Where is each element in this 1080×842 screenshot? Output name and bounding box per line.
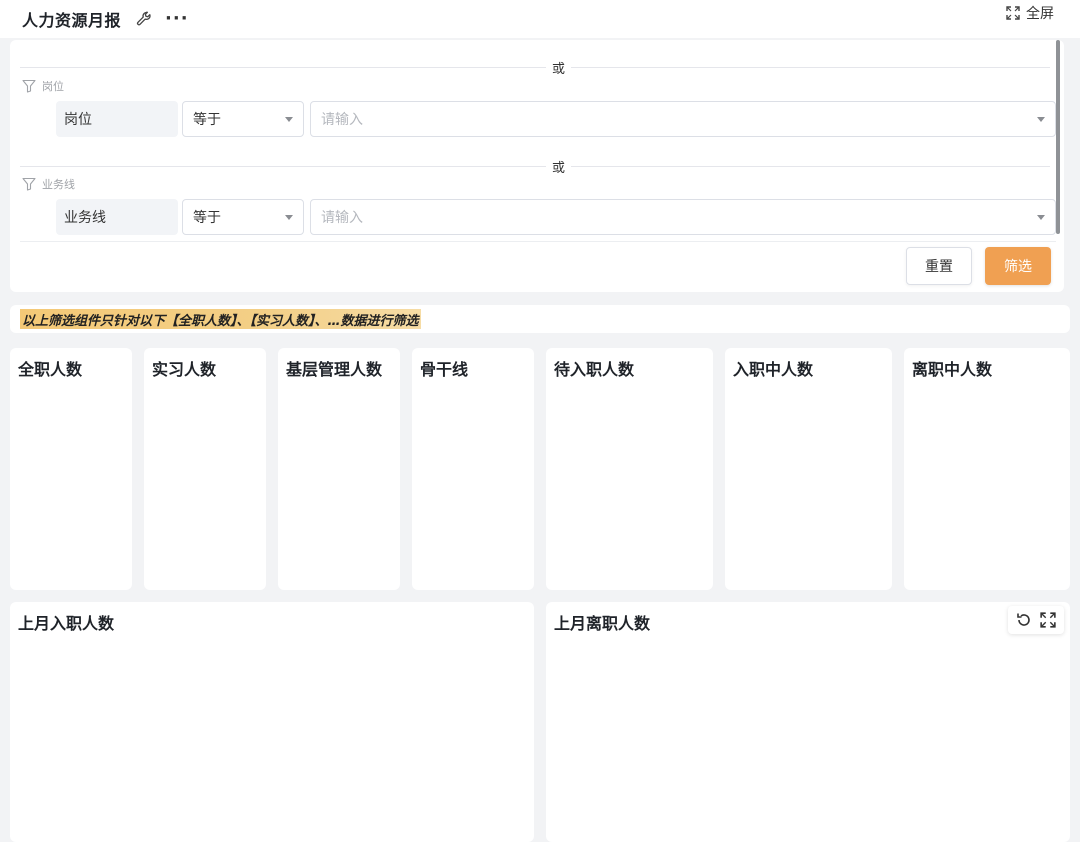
or-label: 或 <box>546 58 572 77</box>
card-last-month-leave: 上月离职人数 <box>546 602 1070 842</box>
metric-card-fulltime: 全职人数 <box>10 348 132 590</box>
operator-select[interactable]: 等于 <box>182 101 304 137</box>
filter-group-label: 业务线 <box>22 176 75 192</box>
divider <box>20 241 1056 242</box>
caret-down-icon <box>1037 117 1045 122</box>
field-chip-business-line[interactable]: 业务线 <box>56 199 178 235</box>
filter-condition-row: 岗位 等于 请输入 <box>56 101 1056 137</box>
card-title: 骨干线 <box>420 360 469 379</box>
metric-card-pending-onboard: 待入职人数 <box>546 348 713 590</box>
card-title: 上月离职人数 <box>554 614 651 633</box>
metric-card-intern: 实习人数 <box>144 348 266 590</box>
fullscreen-button[interactable]: 全屏 <box>1006 0 1054 26</box>
more-options-icon[interactable]: ··· <box>165 10 189 28</box>
or-label: 或 <box>546 157 572 176</box>
notice-bar: 以上筛选组件只针对以下【全职人数】、【实习人数】、…数据进行筛选 <box>10 305 1070 333</box>
filter-condition-row: 业务线 等于 请输入 <box>56 199 1056 235</box>
fullscreen-label: 全屏 <box>1026 6 1054 22</box>
page-header: 人力资源月报 ··· 全屏 <box>0 0 1080 38</box>
field-chip-position[interactable]: 岗位 <box>56 101 178 137</box>
or-divider: 或 <box>20 58 1050 77</box>
filter-scrollbar[interactable] <box>1054 40 1062 234</box>
metric-card-backbone: 骨干线 <box>412 348 534 590</box>
card-toolbar <box>1008 606 1064 634</box>
card-title: 全职人数 <box>18 360 83 379</box>
fullscreen-icon <box>1006 6 1020 20</box>
card-title: 基层管理人数 <box>286 360 383 379</box>
reset-button[interactable]: 重置 <box>906 247 972 285</box>
filter-submit-button[interactable]: 筛选 <box>985 247 1051 285</box>
or-divider: 或 <box>20 157 1050 176</box>
caret-down-icon <box>285 117 293 122</box>
expand-icon[interactable] <box>1036 609 1060 631</box>
metric-card-leaving: 离职中人数 <box>904 348 1070 590</box>
filter-panel: 或 岗位 岗位 等于 请输入 或 业务线 业务线 等于 请输入 重置 筛选 <box>10 40 1064 292</box>
filter-icon <box>22 79 36 93</box>
refresh-icon[interactable] <box>1012 609 1036 631</box>
metric-card-manager: 基层管理人数 <box>278 348 400 590</box>
notice-text: 以上筛选组件只针对以下【全职人数】、【实习人数】、…数据进行筛选 <box>20 309 421 329</box>
metric-card-onboarding: 入职中人数 <box>725 348 892 590</box>
filter-icon <box>22 177 36 191</box>
card-title: 实习人数 <box>152 360 217 379</box>
page-title: 人力资源月报 <box>22 11 122 30</box>
card-title: 离职中人数 <box>912 360 993 379</box>
card-title: 上月入职人数 <box>18 614 115 633</box>
filter-group-label: 岗位 <box>22 78 64 94</box>
scrollbar-thumb[interactable] <box>1056 40 1060 234</box>
card-title: 待入职人数 <box>554 360 635 379</box>
caret-down-icon <box>285 215 293 220</box>
caret-down-icon <box>1037 215 1045 220</box>
operator-select[interactable]: 等于 <box>182 199 304 235</box>
card-last-month-onboard: 上月入职人数 <box>10 602 534 842</box>
card-title: 入职中人数 <box>733 360 814 379</box>
value-input[interactable]: 请输入 <box>310 101 1056 137</box>
wrench-icon[interactable] <box>135 10 153 28</box>
value-input[interactable]: 请输入 <box>310 199 1056 235</box>
